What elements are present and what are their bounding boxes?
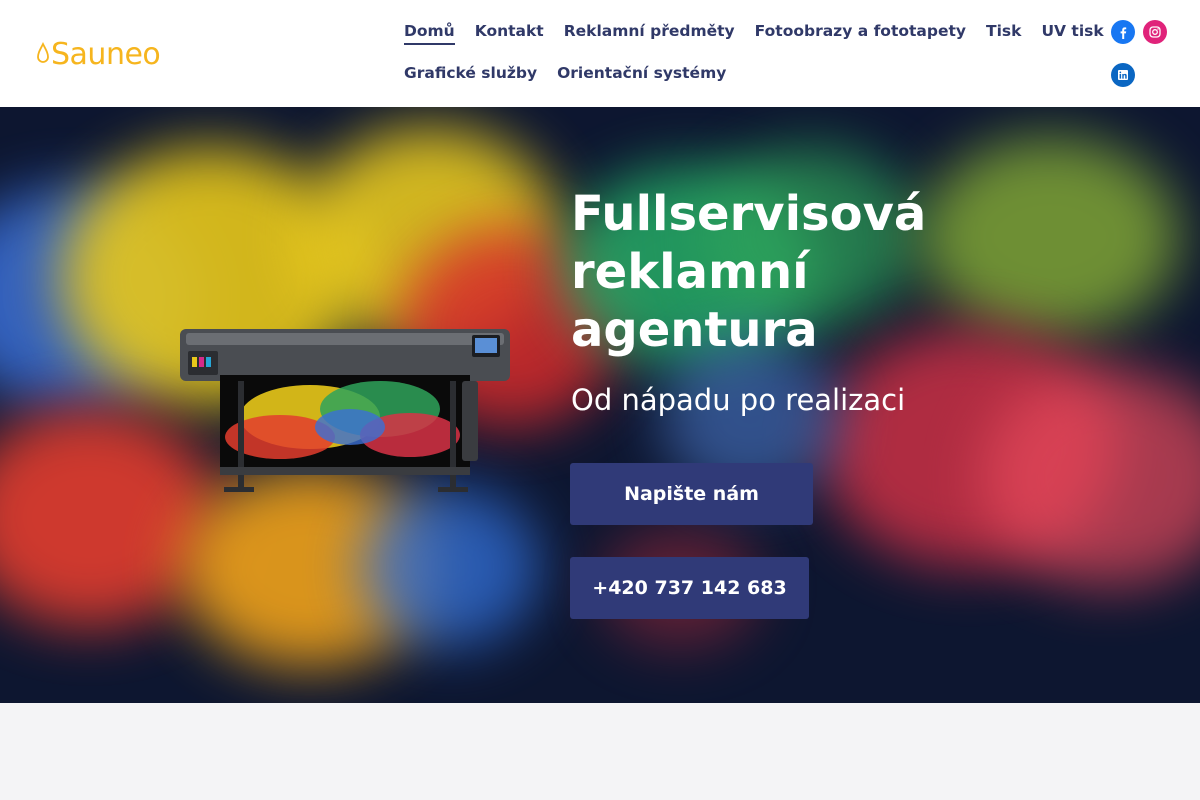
nav-row-2: Grafické služby Orientační systémy xyxy=(404,52,1064,94)
hero-section: Fullservisová reklamní agentura Od nápad… xyxy=(0,107,1200,703)
facebook-link[interactable] xyxy=(1111,20,1135,44)
nav-item-uv-tisk[interactable]: UV tisk xyxy=(1041,22,1103,40)
social-links xyxy=(1100,0,1200,107)
large-format-printer-image xyxy=(180,329,510,492)
nav-item-kontakt[interactable]: Kontakt xyxy=(475,22,544,40)
nav-item-graficke-sluzby[interactable]: Grafické služby xyxy=(404,64,537,82)
nav-item-orientacni-systemy[interactable]: Orientační systémy xyxy=(557,64,726,82)
linkedin-link[interactable] xyxy=(1111,63,1135,87)
main-nav: Domů Kontakt Reklamní předměty Fotoobraz… xyxy=(404,0,1104,94)
nav-item-tisk[interactable]: Tisk xyxy=(986,22,1021,40)
nav-item-fotoobrazy[interactable]: Fotoobrazy a fototapety xyxy=(755,22,966,40)
contact-us-button[interactable]: Napište nám xyxy=(570,463,813,525)
instagram-icon xyxy=(1149,26,1161,38)
site-header: Sauneo Domů Kontakt Reklamní předměty Fo… xyxy=(0,0,1200,107)
hero-subtitle: Od nápadu po realizaci xyxy=(571,383,906,417)
nav-row-1: Domů Kontakt Reklamní předměty Fotoobraz… xyxy=(404,10,1104,52)
facebook-icon xyxy=(1120,27,1127,39)
content-area xyxy=(0,703,1200,800)
nav-item-reklamni-predmety[interactable]: Reklamní předměty xyxy=(564,22,735,40)
hero-title: Fullservisová reklamní agentura xyxy=(571,186,927,358)
nav-item-domu[interactable]: Domů xyxy=(404,22,455,45)
drop-icon xyxy=(37,42,49,63)
phone-button[interactable]: +420 737 142 683 xyxy=(570,557,809,619)
site-logo[interactable]: Sauneo xyxy=(36,34,161,74)
logo-text: Sauneo xyxy=(51,36,161,72)
linkedin-icon xyxy=(1118,70,1128,80)
instagram-link[interactable] xyxy=(1143,20,1167,44)
